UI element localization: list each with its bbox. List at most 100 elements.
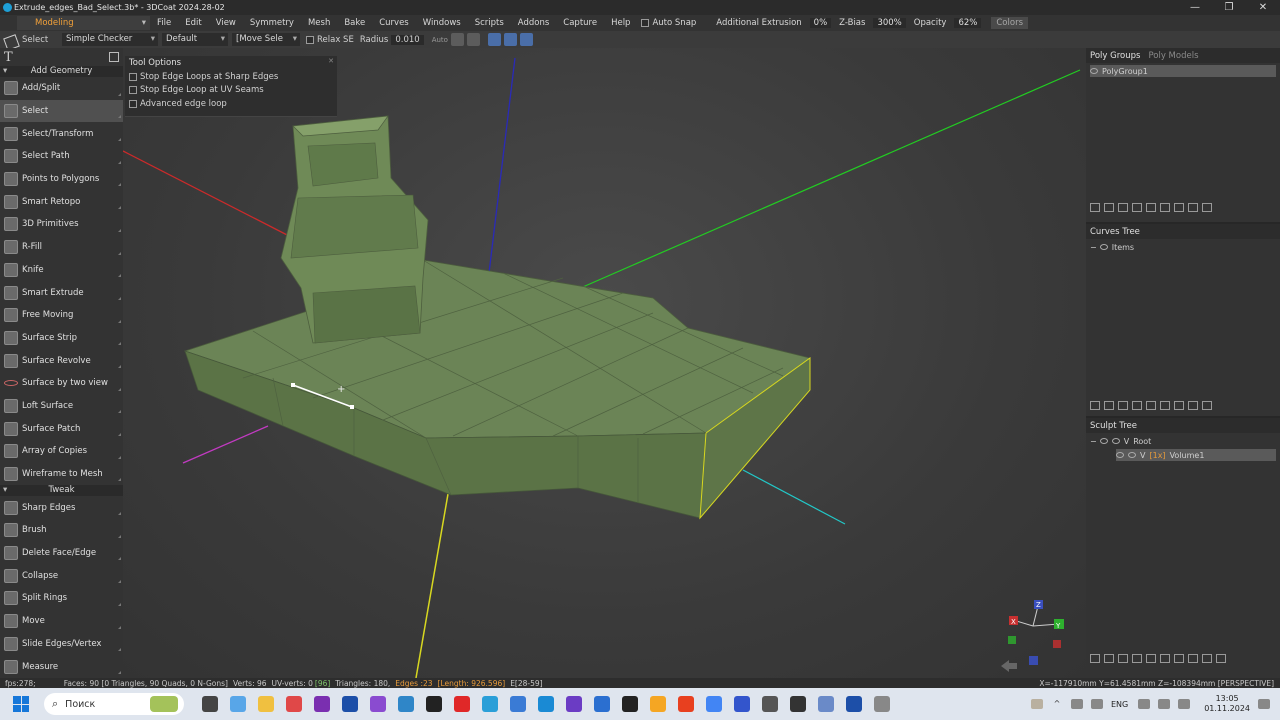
volume-icon[interactable] — [1158, 699, 1171, 709]
chrome-icon[interactable] — [286, 696, 302, 712]
browser-icon[interactable] — [706, 696, 722, 712]
media-icon[interactable] — [426, 696, 442, 712]
microphone-icon[interactable] — [1090, 699, 1103, 709]
record-icon[interactable] — [454, 696, 470, 712]
tool-select[interactable]: Select — [0, 99, 123, 123]
sculpt-volume-row[interactable]: V [1x] Volume1 — [1116, 449, 1276, 461]
tool-move[interactable]: Move — [0, 610, 123, 633]
radius-input[interactable]: 0.010 — [391, 34, 424, 45]
tool-surface-revolve[interactable]: Surface Revolve — [0, 349, 123, 372]
eye-icon[interactable] — [1090, 68, 1098, 74]
app12-icon[interactable] — [874, 696, 890, 712]
search-icon[interactable] — [1090, 203, 1100, 212]
add-icon[interactable] — [1104, 654, 1114, 663]
tab-poly-models[interactable]: Poly Models — [1148, 51, 1198, 61]
wifi-icon[interactable] — [1138, 699, 1151, 709]
list-icon[interactable] — [1174, 203, 1184, 212]
add-icon[interactable] — [1146, 401, 1156, 410]
settings-icon[interactable] — [1160, 654, 1170, 663]
opacity-value[interactable]: 62% — [954, 18, 982, 28]
app4-icon[interactable] — [594, 696, 610, 712]
ghost-icon[interactable] — [1128, 452, 1136, 458]
trash-icon[interactable] — [1202, 654, 1212, 663]
check-icon[interactable] — [1118, 401, 1128, 410]
chevron-up-icon[interactable]: ^ — [1051, 699, 1063, 709]
merge-icon[interactable] — [1146, 203, 1156, 212]
tool-array-of-copies[interactable]: Array of Copies — [0, 440, 123, 463]
grid-icon[interactable] — [1132, 203, 1142, 212]
add-icon[interactable] — [1104, 203, 1114, 212]
onenote-icon[interactable] — [314, 696, 330, 712]
app3-icon[interactable] — [566, 696, 582, 712]
colors-button[interactable]: Colors — [991, 17, 1028, 29]
polygroup-item[interactable]: PolyGroup1 — [1090, 65, 1276, 77]
section-tweak[interactable]: Tweak — [0, 485, 123, 497]
save-icon[interactable] — [734, 696, 750, 712]
eye-icon[interactable] — [1116, 452, 1124, 458]
app11-icon[interactable] — [846, 696, 862, 712]
text-tool-icon[interactable]: T — [4, 50, 13, 65]
minimize-button[interactable]: — — [1178, 0, 1212, 15]
eye-icon[interactable] — [1099, 244, 1108, 250]
tool-select-path[interactable]: Select Path — [0, 145, 123, 168]
tool-measure[interactable]: Measure — [0, 655, 123, 678]
menu-curves[interactable]: Curves — [372, 18, 416, 28]
trash-icon[interactable] — [1202, 203, 1212, 212]
menu-windows[interactable]: Windows — [416, 18, 468, 28]
additional-extrusion-value[interactable]: 0% — [809, 18, 832, 28]
option-stop-edge-loops-sharp[interactable]: Stop Edge Loops at Sharp Edges — [125, 70, 337, 84]
usb-icon[interactable] — [1070, 699, 1083, 709]
checkbox-icon[interactable] — [129, 86, 137, 95]
task-view-icon[interactable] — [202, 696, 218, 712]
app6-icon[interactable] — [650, 696, 666, 712]
app5-icon[interactable] — [622, 696, 638, 712]
move-selection-dropdown[interactable]: [Move Sele — [232, 33, 300, 46]
app10-icon[interactable] — [818, 696, 834, 712]
taskbar-search-input[interactable]: ⌕ Поиск — [44, 693, 184, 715]
windows-start-icon[interactable] — [13, 696, 29, 712]
viewport-3d[interactable]: + X Y Z — [123, 48, 1086, 678]
merge-icon[interactable] — [1146, 654, 1156, 663]
trash-icon[interactable] — [1188, 401, 1198, 410]
menu-scripts[interactable]: Scripts — [468, 18, 511, 28]
tool-surface-patch[interactable]: Surface Patch — [0, 417, 123, 440]
tool-sharp-edges[interactable]: Sharp Edges — [0, 496, 123, 519]
app8-icon[interactable] — [762, 696, 778, 712]
menu-edit[interactable]: Edit — [178, 18, 208, 28]
telegram-icon[interactable] — [482, 696, 498, 712]
relax-se-toggle[interactable]: Relax SE — [306, 35, 354, 45]
checkbox-icon[interactable] — [129, 72, 137, 81]
3dcoat-icon[interactable] — [398, 696, 414, 712]
close-button[interactable]: ✕ — [1246, 0, 1280, 15]
tool-3d-primitives[interactable]: 3D Primitives — [0, 213, 123, 236]
tool-add-split[interactable]: Add/Split — [0, 77, 123, 100]
grid-icon[interactable] — [450, 33, 464, 46]
panel-toggle-icon[interactable] — [109, 52, 119, 62]
menu-help[interactable]: Help — [604, 18, 637, 28]
transform-icon[interactable] — [519, 33, 533, 46]
tool-free-moving[interactable]: Free Moving — [0, 304, 123, 327]
grid-large-icon[interactable] — [466, 33, 480, 46]
weather-icon[interactable] — [1030, 699, 1043, 709]
menu-view[interactable]: View — [209, 18, 243, 28]
menu-file[interactable]: File — [150, 18, 178, 28]
battery-icon[interactable] — [1178, 699, 1191, 709]
additional-extrusion-label[interactable]: Additional Extrusion — [712, 18, 805, 28]
tool-wireframe-to-mesh[interactable]: Wireframe to Mesh — [0, 463, 123, 486]
tool-surface-by-two-view[interactable]: Surface by two view — [0, 372, 123, 395]
folder-icon[interactable] — [1188, 203, 1198, 212]
explorer-icon[interactable] — [258, 696, 274, 712]
notifications-icon[interactable] — [1258, 699, 1270, 709]
undo-icon[interactable] — [1216, 654, 1226, 663]
eye-icon[interactable] — [1099, 438, 1108, 444]
settings-icon[interactable] — [1160, 203, 1170, 212]
tool-select-transform[interactable]: Select/Transform — [0, 122, 123, 145]
symmetry-icon[interactable] — [487, 33, 501, 46]
maximize-button[interactable]: ❐ — [1212, 0, 1246, 15]
app9-icon[interactable] — [790, 696, 806, 712]
copilot-icon[interactable] — [230, 696, 246, 712]
checkbox-icon[interactable] — [129, 99, 137, 108]
tool-collapse[interactable]: Collapse — [0, 564, 123, 587]
curves-items-row[interactable]: − Items — [1090, 241, 1276, 253]
opacity-label[interactable]: Opacity — [910, 18, 951, 28]
